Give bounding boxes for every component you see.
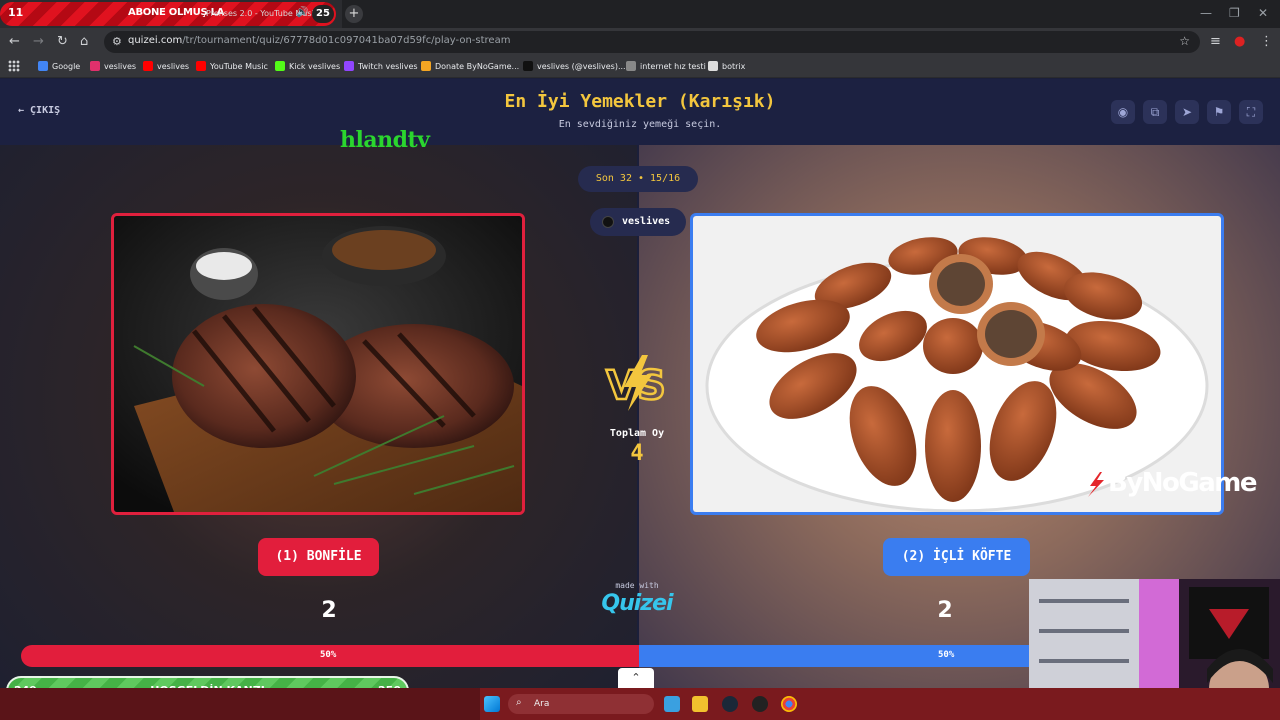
quiz-subtitle: En sevdiğiniz yemeği seçin. <box>558 119 722 130</box>
bookmark-label: Twitch veslives <box>358 61 418 71</box>
total-votes-value: 4 <box>630 441 644 466</box>
steam-icon[interactable] <box>722 696 738 712</box>
taskbar-search[interactable]: ⌕ Ara <box>508 694 654 714</box>
bookmark-label: YouTube Music <box>210 61 268 71</box>
option-1-votes: 2 <box>321 598 337 623</box>
bookmark-item[interactable]: internet hız testi <box>626 61 706 71</box>
arrow-left-icon: ← <box>18 105 25 116</box>
maximize-icon[interactable]: ❐ <box>1229 6 1240 20</box>
forward-icon[interactable]: → <box>33 34 44 50</box>
address-bar[interactable]: ⚙ quizei.com/tr/tournament/quiz/67778d01… <box>104 31 1200 53</box>
url-text: quizei.com/tr/tournament/quiz/67778d01c0… <box>128 35 511 46</box>
obs-icon[interactable] <box>752 696 768 712</box>
bookmark-favicon-icon <box>344 61 354 71</box>
bookmark-favicon-icon <box>143 61 153 71</box>
alert-right-count: 25 <box>312 5 334 23</box>
made-with-label: made with <box>615 581 659 590</box>
back-icon[interactable]: ← <box>9 34 20 50</box>
bookmark-label: veslives (@veslives)... <box>537 61 626 71</box>
minimize-icon[interactable]: — <box>1200 6 1212 20</box>
bookmark-item[interactable]: Google <box>38 61 80 71</box>
total-votes-label: Toplam Oy <box>609 428 665 439</box>
quiz-title: En İyi Yemekler (Karışık) <box>504 91 776 112</box>
photos-app-icon[interactable] <box>664 696 680 712</box>
option-2-button[interactable]: (2) İÇLİ KÖFTE <box>883 538 1030 576</box>
bookmark-item[interactable]: veslives (@veslives)... <box>523 61 626 71</box>
option-2-percent: 50% <box>938 650 955 660</box>
media-controls-icon[interactable]: ≡ <box>1210 34 1221 50</box>
eye-icon[interactable]: ◉ <box>1111 100 1135 124</box>
bookmark-label: Donate ByNoGame... <box>435 61 520 71</box>
stream-overlay-text: hlandtv <box>340 127 430 153</box>
option-1-card[interactable] <box>111 213 525 515</box>
round-indicator: Son 32 • 15/16 <box>578 166 698 192</box>
bookmark-label: botrix <box>722 61 746 71</box>
bookmark-item[interactable]: botrix <box>708 61 745 71</box>
bookmark-label: veslives <box>157 61 190 71</box>
bookmark-favicon-icon <box>90 61 100 71</box>
bookmark-label: veslives <box>104 61 137 71</box>
bookmark-favicon-icon <box>523 61 533 71</box>
steak-image <box>114 216 522 512</box>
file-explorer-icon[interactable] <box>692 696 708 712</box>
fullscreen-icon[interactable]: ⛶ <box>1239 100 1263 124</box>
flag-icon[interactable]: ⚑ <box>1207 100 1231 124</box>
windows-taskbar: ⌕ Ara <box>0 688 1280 720</box>
bookmark-favicon-icon <box>275 61 285 71</box>
send-icon[interactable]: ➤ <box>1175 100 1199 124</box>
streamer-pill: veslives <box>590 208 686 236</box>
windows-start-icon[interactable] <box>484 696 500 712</box>
taskbar-left <box>0 688 480 720</box>
bookmark-item[interactable]: veslives <box>90 61 136 71</box>
bookmark-label: Google <box>52 61 81 71</box>
bookmark-item[interactable]: YouTube Music <box>196 61 268 71</box>
extension-icon[interactable]: ● <box>1234 34 1245 50</box>
new-tab-button[interactable]: + <box>345 5 363 23</box>
option-2-votes: 2 <box>937 598 953 623</box>
avatar <box>602 216 614 228</box>
quiz-header <box>0 79 1280 145</box>
close-window-icon[interactable]: ✕ <box>1258 6 1268 20</box>
bookmark-item[interactable]: Kick veslives <box>275 61 340 71</box>
apps-grid-icon[interactable] <box>8 60 20 72</box>
speaker-icon: 🔊 <box>296 7 309 18</box>
chrome-icon[interactable] <box>781 696 797 712</box>
share-icon[interactable]: ⧉ <box>1143 100 1167 124</box>
reload-icon[interactable]: ↻ <box>57 34 68 50</box>
home-icon[interactable]: ⌂ <box>80 34 88 50</box>
chevron-up-icon[interactable]: ⌃ <box>618 668 654 688</box>
subscriber-alert-bar: 11 ABONE OLMUŞ LA Prenses 2.0 - YouTube … <box>0 2 336 26</box>
bookmark-item[interactable]: Twitch veslives <box>344 61 418 71</box>
quizei-logo[interactable]: Quizei <box>587 591 687 616</box>
bookmark-label: internet hız testi <box>640 61 706 71</box>
browser-tab-bar: 11 ABONE OLMUŞ LA Prenses 2.0 - YouTube … <box>0 0 1280 28</box>
search-icon: ⌕ <box>516 697 522 708</box>
exit-label: ÇIKIŞ <box>30 105 61 116</box>
bookmark-item[interactable]: veslives <box>143 61 189 71</box>
search-placeholder: Ara <box>534 699 550 709</box>
bookmark-favicon-icon <box>626 61 636 71</box>
versus-icon: VS <box>605 355 667 411</box>
bookmark-favicon-icon <box>196 61 206 71</box>
bookmark-item[interactable]: Donate ByNoGame... <box>421 61 519 71</box>
option-1-button[interactable]: (1) BONFİLE <box>258 538 379 576</box>
bookmark-label: Kick veslives <box>289 61 341 71</box>
streamer-name: veslives <box>622 216 671 227</box>
bookmark-favicon-icon <box>38 61 48 71</box>
exit-button[interactable]: ← ÇIKIŞ <box>18 105 60 116</box>
menu-icon[interactable]: ⋮ <box>1260 34 1273 50</box>
bynogame-mark-icon <box>1088 472 1104 497</box>
screen: 11 ABONE OLMUŞ LA Prenses 2.0 - YouTube … <box>0 0 1280 720</box>
bynogame-logo: ByNoGame <box>1108 468 1258 498</box>
alert-left-count: 11 <box>8 6 24 19</box>
option-1-progress-bar: 50% <box>21 645 639 667</box>
bookmark-favicon-icon <box>421 61 431 71</box>
site-info-icon[interactable]: ⚙ <box>112 35 122 48</box>
bookmark-star-icon[interactable]: ☆ <box>1179 34 1190 48</box>
option-1-percent: 50% <box>320 650 337 660</box>
bookmark-favicon-icon <box>708 61 718 71</box>
